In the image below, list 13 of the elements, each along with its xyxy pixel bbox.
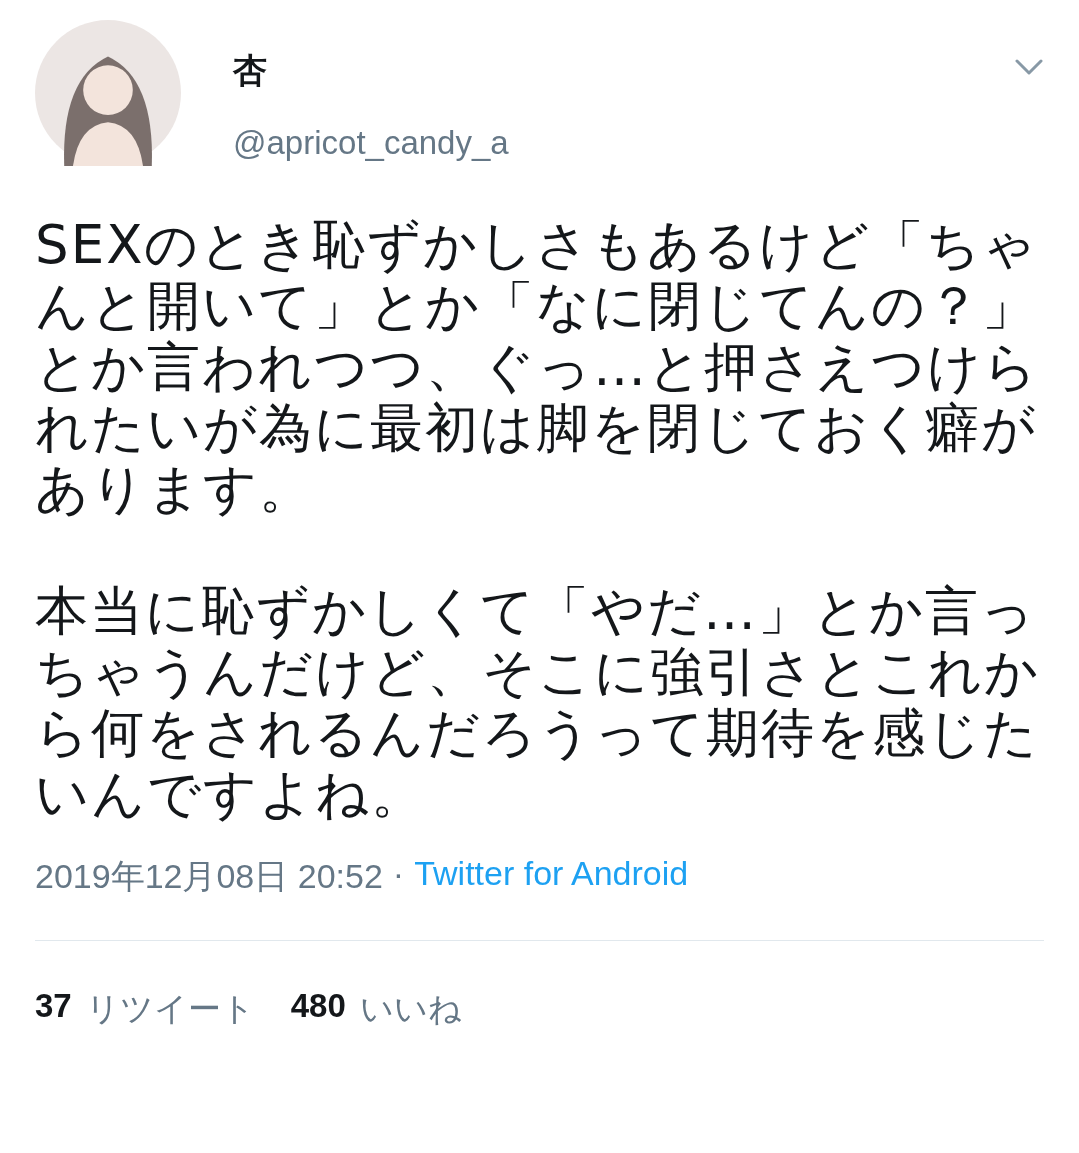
stat-label[interactable]: いいね <box>359 987 462 1032</box>
stat-count: 480 <box>290 987 346 1026</box>
stat-count: 37 <box>35 987 72 1026</box>
separator: · <box>392 854 405 894</box>
timestamp[interactable]: 2019年12月08日 20:52 <box>35 854 383 900</box>
avatar[interactable] <box>35 20 181 166</box>
chevron-down-icon[interactable] <box>1014 58 1044 76</box>
username[interactable]: @apricot_candy_a <box>233 124 1014 162</box>
display-name[interactable]: 杏 <box>233 48 1014 94</box>
source-link[interactable]: Twitter for Android <box>414 854 689 900</box>
tweet-text: SEXのとき恥ずかしさもあるけど「ちゃんと開いて」とか「なに閉じてんの？」とか言われつつ、ぐっ…と押さえつけられたいが為に最初は脚を閉じておく癖があります。 <box>35 214 1040 519</box>
tweet-text: 本当に恥ずかしくて「やだ…」とか言っちゃうんだけど、そこに強引さとこれから何をされるんだろうって期待を感じたいんですよね。 <box>35 580 1041 824</box>
stat-label[interactable]: リツイート <box>85 987 255 1032</box>
